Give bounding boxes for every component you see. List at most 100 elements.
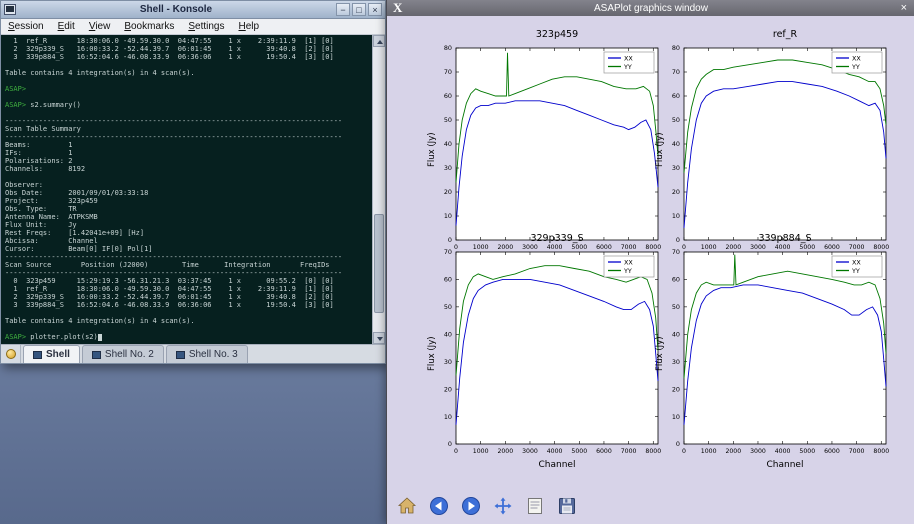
svg-text:40: 40 <box>444 330 452 338</box>
back-arrow-icon <box>428 495 450 517</box>
asaplot-window-title: ASAPlot graphics window <box>408 3 893 14</box>
svg-text:6000: 6000 <box>824 448 840 455</box>
svg-text:0: 0 <box>682 448 686 455</box>
asaplot-titlebar[interactable]: X ASAPlot graphics window × <box>387 0 914 16</box>
svg-text:50: 50 <box>672 116 680 124</box>
svg-text:70: 70 <box>672 68 680 76</box>
svg-text:30: 30 <box>444 358 452 366</box>
svg-text:30: 30 <box>672 164 680 172</box>
svg-text:10: 10 <box>672 413 680 421</box>
svg-text:4000: 4000 <box>775 448 791 455</box>
svg-text:7000: 7000 <box>621 448 637 455</box>
subplot-329p339-s: 329p339_S 010002000300040005000600070008… <box>423 233 663 470</box>
tab-shell-no-3[interactable]: Shell No. 3 <box>166 345 248 363</box>
menu-session[interactable]: Session <box>1 20 51 33</box>
minimize-button[interactable]: − <box>336 3 350 16</box>
y-axis-label: Flux (Jy) <box>655 132 665 167</box>
y-axis-label: Flux (Jy) <box>655 336 665 371</box>
subplot-title: 339p884_S <box>684 233 886 246</box>
terminal-output: 1 ref_R 18:30:06.0 -49.59.30.0 04:47:55 … <box>5 37 371 344</box>
menu-view[interactable]: View <box>82 20 118 33</box>
svg-text:XX: XX <box>852 54 861 62</box>
tab-shell[interactable]: Shell <box>23 345 80 363</box>
scroll-up-button[interactable] <box>373 35 385 47</box>
scroll-down-button[interactable] <box>373 332 385 344</box>
menu-settings[interactable]: Settings <box>181 20 231 33</box>
x11-logo-icon: X <box>387 0 408 16</box>
new-session-button[interactable] <box>1 345 21 363</box>
konsole-titlebar[interactable]: Shell - Konsole −□× <box>1 1 385 19</box>
subplots-config-icon <box>524 495 546 517</box>
plot-canvas[interactable]: 0100020003000400050006000700080000102030… <box>651 42 891 256</box>
konsole-app-icon <box>4 4 16 15</box>
svg-text:80: 80 <box>672 44 680 52</box>
konsole-window-title: Shell - Konsole <box>16 4 336 15</box>
plot-canvas[interactable]: 0100020003000400050006000700080000102030… <box>423 246 663 460</box>
y-axis-label: Flux (Jy) <box>427 132 437 167</box>
menu-help[interactable]: Help <box>232 20 267 33</box>
svg-text:50: 50 <box>444 303 452 311</box>
svg-text:10: 10 <box>444 413 452 421</box>
terminal[interactable]: 1 ref_R 18:30:06.0 -49.59.30.0 04:47:55 … <box>1 35 385 344</box>
svg-text:50: 50 <box>672 303 680 311</box>
maximize-button[interactable]: □ <box>352 3 366 16</box>
svg-text:5000: 5000 <box>571 448 587 455</box>
arrow-down-icon <box>377 337 383 341</box>
x-axis-label: Channel <box>684 460 886 470</box>
svg-text:7000: 7000 <box>849 448 865 455</box>
back-button[interactable] <box>427 494 451 518</box>
svg-text:3000: 3000 <box>522 448 538 455</box>
forward-arrow-icon <box>460 495 482 517</box>
subplot-title: ref_R <box>684 29 886 42</box>
svg-text:XX: XX <box>624 54 633 62</box>
scrollbar-thumb[interactable] <box>374 214 384 313</box>
plot-canvas[interactable]: 0100020003000400050006000700080000102030… <box>423 42 663 256</box>
svg-text:20: 20 <box>672 188 680 196</box>
svg-text:1000: 1000 <box>473 448 489 455</box>
subplots-config-button[interactable] <box>523 494 547 518</box>
x-axis-label: Channel <box>456 460 658 470</box>
asaplot-close-button[interactable]: × <box>894 2 914 14</box>
shell-icon <box>176 351 185 359</box>
save-floppy-icon <box>556 495 578 517</box>
svg-text:1000: 1000 <box>701 448 717 455</box>
svg-text:10: 10 <box>672 212 680 220</box>
svg-text:60: 60 <box>444 92 452 100</box>
pan-button[interactable] <box>491 494 515 518</box>
svg-text:50: 50 <box>444 116 452 124</box>
svg-text:30: 30 <box>444 164 452 172</box>
svg-text:70: 70 <box>672 248 680 256</box>
svg-text:0: 0 <box>448 440 452 448</box>
subplot-title: 323p459 <box>456 29 658 42</box>
arrow-up-icon <box>377 40 383 44</box>
svg-text:80: 80 <box>444 44 452 52</box>
svg-text:YY: YY <box>623 63 632 71</box>
forward-button[interactable] <box>459 494 483 518</box>
home-button[interactable] <box>395 494 419 518</box>
svg-text:0: 0 <box>454 448 458 455</box>
svg-text:5000: 5000 <box>799 448 815 455</box>
terminal-scrollbar[interactable] <box>372 35 385 344</box>
svg-text:8000: 8000 <box>873 448 889 455</box>
svg-text:XX: XX <box>624 258 633 266</box>
menu-bookmarks[interactable]: Bookmarks <box>117 20 181 33</box>
svg-text:40: 40 <box>672 140 680 148</box>
y-axis-label: Flux (Jy) <box>427 336 437 371</box>
tab-bar: ShellShell No. 2Shell No. 3 <box>1 344 385 363</box>
tab-shell-no-2[interactable]: Shell No. 2 <box>82 345 164 363</box>
home-icon <box>396 495 418 517</box>
shell-icon <box>33 351 42 359</box>
menu-edit[interactable]: Edit <box>51 20 82 33</box>
svg-text:70: 70 <box>444 68 452 76</box>
svg-text:6000: 6000 <box>596 448 612 455</box>
svg-text:10: 10 <box>444 212 452 220</box>
subplot-339p884-s: 339p884_S 010002000300040005000600070008… <box>651 233 891 470</box>
plot-canvas[interactable]: 0100020003000400050006000700080000102030… <box>651 246 891 460</box>
shell-icon <box>92 351 101 359</box>
close-button[interactable]: × <box>368 3 382 16</box>
svg-text:2000: 2000 <box>497 448 513 455</box>
svg-text:40: 40 <box>444 140 452 148</box>
save-button[interactable] <box>555 494 579 518</box>
figure-area: 323p459 01000200030004000500060007000800… <box>387 16 914 524</box>
svg-text:YY: YY <box>851 63 860 71</box>
